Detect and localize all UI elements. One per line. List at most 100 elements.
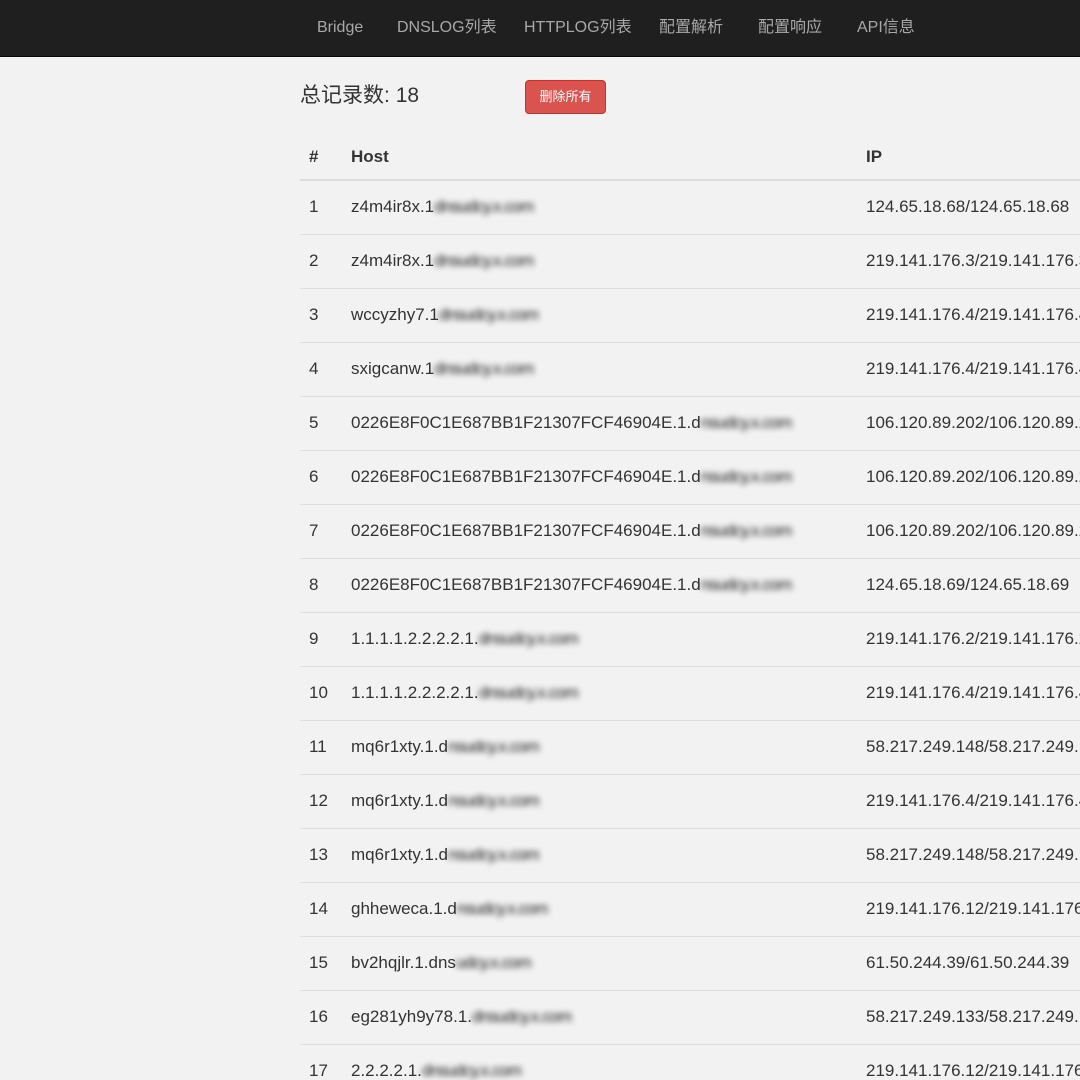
host-obscured-text: dnsudcy.x.com xyxy=(434,197,534,217)
host-visible-text: bv2hqjlr.1.dns xyxy=(351,953,456,972)
row-host: 0226E8F0C1E687BB1F21307FCF46904E.1.dnsud… xyxy=(351,503,866,558)
row-host: bv2hqjlr.1.dnsudcy.x.com xyxy=(351,935,866,990)
host-obscured-text: nsudcy.x.com xyxy=(700,413,793,432)
table-row: 12 mq6r1xty.1.dnsudcy.x.com 219.141.176.4/… xyxy=(300,773,1080,828)
row-number: 2 xyxy=(300,233,351,288)
host-obscured-text: dnsudcy.x.com xyxy=(421,1061,522,1080)
record-count-summary: 总记录数: 18 xyxy=(300,80,419,112)
host-obscured-text: dnsudcy.x.com xyxy=(478,629,579,648)
row-host: sxigcanw.1dnsudcy.x.com xyxy=(351,341,866,396)
table-header-row: # Host IP xyxy=(300,134,1080,181)
row-ip: 219.141.176.4/219.141.176.4 xyxy=(866,287,1080,342)
host-visible-text: z4m4ir8x.1 xyxy=(351,251,435,270)
row-number: 4 xyxy=(300,341,351,396)
table-row: 11 mq6r1xty.1.dnsudcy.x.com 58.217.249.148… xyxy=(300,719,1080,774)
row-host: 0226E8F0C1E687BB1F21307FCF46904E.1.dnsud… xyxy=(351,557,866,612)
row-number: 17 xyxy=(300,1043,351,1080)
table-row: 10 1.1.1.1.2.2.2.2.1.dnsudcy.x.com 219.141… xyxy=(300,665,1080,720)
row-ip: 219.141.176.4/219.141.176.4 xyxy=(866,665,1080,720)
host-obscured-text: udcy.x.com xyxy=(455,953,532,972)
row-ip: 219.141.176.4/219.141.176.4 xyxy=(866,773,1080,828)
table-row: 13 mq6r1xty.1.dnsudcy.x.com 58.217.249.148… xyxy=(300,827,1080,882)
nav-config-resolve[interactable]: 配置解析 xyxy=(659,0,723,56)
row-number: 14 xyxy=(300,881,351,936)
table-row: 8 0226E8F0C1E687BB1F21307FCF46904E.1.dnsu… xyxy=(300,557,1080,612)
row-number: 8 xyxy=(300,557,351,612)
host-visible-text: mq6r1xty.1.d xyxy=(351,845,449,864)
row-host: mq6r1xty.1.dnsudcy.x.com xyxy=(351,773,866,828)
table-row: 7 0226E8F0C1E687BB1F21307FCF46904E.1.dnsu… xyxy=(300,503,1080,558)
row-number: 5 xyxy=(300,395,351,450)
table-row: 16 eg281yh9y78.1.dnsudcy.x.com 58.217.249.… xyxy=(300,989,1080,1044)
host-obscured-text: nsudcy.x.com xyxy=(700,521,793,540)
row-host: z4m4ir8x.1dnsudcy.x.com xyxy=(351,233,866,288)
host-visible-text: 0226E8F0C1E687BB1F21307FCF46904E.1.d xyxy=(351,521,701,540)
record-count-label: 总记录数: xyxy=(300,84,390,107)
host-visible-text: sxigcanw.1 xyxy=(351,359,435,378)
record-count-value: 18 xyxy=(395,84,420,107)
row-number: 13 xyxy=(300,827,351,882)
row-number: 1 xyxy=(300,179,351,234)
table-body: 1 z4m4ir8x.1dnsudcy.x.com 124.65.18.68/124… xyxy=(300,179,1080,1080)
row-host: ghheweca.1.dnsudcy.x.com xyxy=(351,881,866,936)
host-visible-text: 0226E8F0C1E687BB1F21307FCF46904E.1.d xyxy=(351,413,701,432)
row-host: 1.1.1.1.2.2.2.2.1.dnsudcy.x.com xyxy=(351,665,866,720)
row-host: mq6r1xty.1.dnsudcy.x.com xyxy=(351,719,866,774)
row-host: 1.1.1.1.2.2.2.2.1.dnsudcy.x.com xyxy=(351,611,866,666)
host-obscured-text: nsudcy.x.com xyxy=(448,791,540,810)
host-visible-text: 0226E8F0C1E687BB1F21307FCF46904E.1.d xyxy=(351,575,701,594)
header-ip: IP xyxy=(866,134,1080,181)
host-visible-text: 1.1.1.1.2.2.2.2.1. xyxy=(351,683,479,702)
host-obscured-text: nsudcy.x.com xyxy=(448,845,540,864)
host-obscured-text: nsudcy.x.com xyxy=(700,575,793,594)
row-number: 9 xyxy=(300,611,351,666)
table-row: 5 0226E8F0C1E687BB1F21307FCF46904E.1.dnsu… xyxy=(300,395,1080,450)
row-ip: 58.217.249.148/58.217.249.148 xyxy=(866,827,1080,882)
records-table-container: # Host IP 1 z4m4ir8x.1dnsudcy.x.com 124.65… xyxy=(300,134,1080,1080)
nav-config-response[interactable]: 配置响应 xyxy=(758,0,822,56)
row-ip: 219.141.176.4/219.141.176.4 xyxy=(866,341,1080,396)
host-obscured-text: nsudcy.x.com xyxy=(700,467,793,486)
row-ip: 106.120.89.202/106.120.89.202 xyxy=(866,395,1080,450)
row-host: 2.2.2.2.1.dnsudcy.x.com xyxy=(351,1043,866,1080)
row-host: z4m4ir8x.1dnsudcy.x.com xyxy=(351,179,866,234)
row-number: 12 xyxy=(300,773,351,828)
table-row: 3 wccyzhy7.1dnsudcy.x.com 219.141.176.4/21… xyxy=(300,287,1080,342)
host-obscured-text: dnsudcy.x.com xyxy=(472,1007,572,1026)
host-obscured-text: dnsudcy.x.com xyxy=(478,683,579,702)
table-row: 17 2.2.2.2.1.dnsudcy.x.com 219.141.176.12/… xyxy=(300,1043,1080,1080)
row-ip: 219.141.176.3/219.141.176.3 xyxy=(866,233,1080,288)
row-number: 10 xyxy=(300,665,351,720)
host-visible-text: mq6r1xty.1.d xyxy=(351,737,449,756)
row-number: 11 xyxy=(300,719,351,774)
host-visible-text: z4m4ir8x.1 xyxy=(351,197,435,217)
row-number: 6 xyxy=(300,449,351,504)
host-visible-text: 1.1.1.1.2.2.2.2.1. xyxy=(351,629,479,648)
row-number: 16 xyxy=(300,989,351,1044)
row-ip: 58.217.249.148/58.217.249.148 xyxy=(866,719,1080,774)
row-number: 7 xyxy=(300,503,351,558)
header-host: Host xyxy=(351,134,866,181)
row-number: 15 xyxy=(300,935,351,990)
row-number: 3 xyxy=(300,287,351,342)
row-host: 0226E8F0C1E687BB1F21307FCF46904E.1.dnsud… xyxy=(351,449,866,504)
row-host: wccyzhy7.1dnsudcy.x.com xyxy=(351,287,866,342)
delete-all-button[interactable]: 删除所有 xyxy=(525,80,606,114)
host-obscured-text: nsudcy.x.com xyxy=(456,899,549,918)
nav-api-info[interactable]: API信息 xyxy=(857,0,915,56)
row-ip: 106.120.89.202/106.120.89.202 xyxy=(866,449,1080,504)
row-ip: 106.120.89.202/106.120.89.202 xyxy=(866,503,1080,558)
nav-bridge[interactable]: Bridge xyxy=(317,0,363,56)
table-row: 15 bv2hqjlr.1.dnsudcy.x.com 61.50.244.39/6… xyxy=(300,935,1080,990)
nav-dnslog-list[interactable]: DNSLOG列表 xyxy=(397,0,497,56)
table-row: 9 1.1.1.1.2.2.2.2.1.dnsudcy.x.com 219.141.… xyxy=(300,611,1080,666)
row-ip: 219.141.176.12/219.141.176.12 xyxy=(866,1043,1080,1080)
nav-httplog-list[interactable]: HTTPLOG列表 xyxy=(524,0,632,56)
host-obscured-text: nsudcy.x.com xyxy=(448,737,540,756)
row-host: 0226E8F0C1E687BB1F21307FCF46904E.1.dnsud… xyxy=(351,395,866,450)
table-row: 1 z4m4ir8x.1dnsudcy.x.com 124.65.18.68/124… xyxy=(300,179,1080,234)
row-ip: 219.141.176.12/219.141.176.12 xyxy=(866,881,1080,936)
host-visible-text: wccyzhy7.1 xyxy=(351,305,439,324)
table-row: 6 0226E8F0C1E687BB1F21307FCF46904E.1.dnsu… xyxy=(300,449,1080,504)
row-ip: 124.65.18.68/124.65.18.68 xyxy=(866,179,1080,234)
